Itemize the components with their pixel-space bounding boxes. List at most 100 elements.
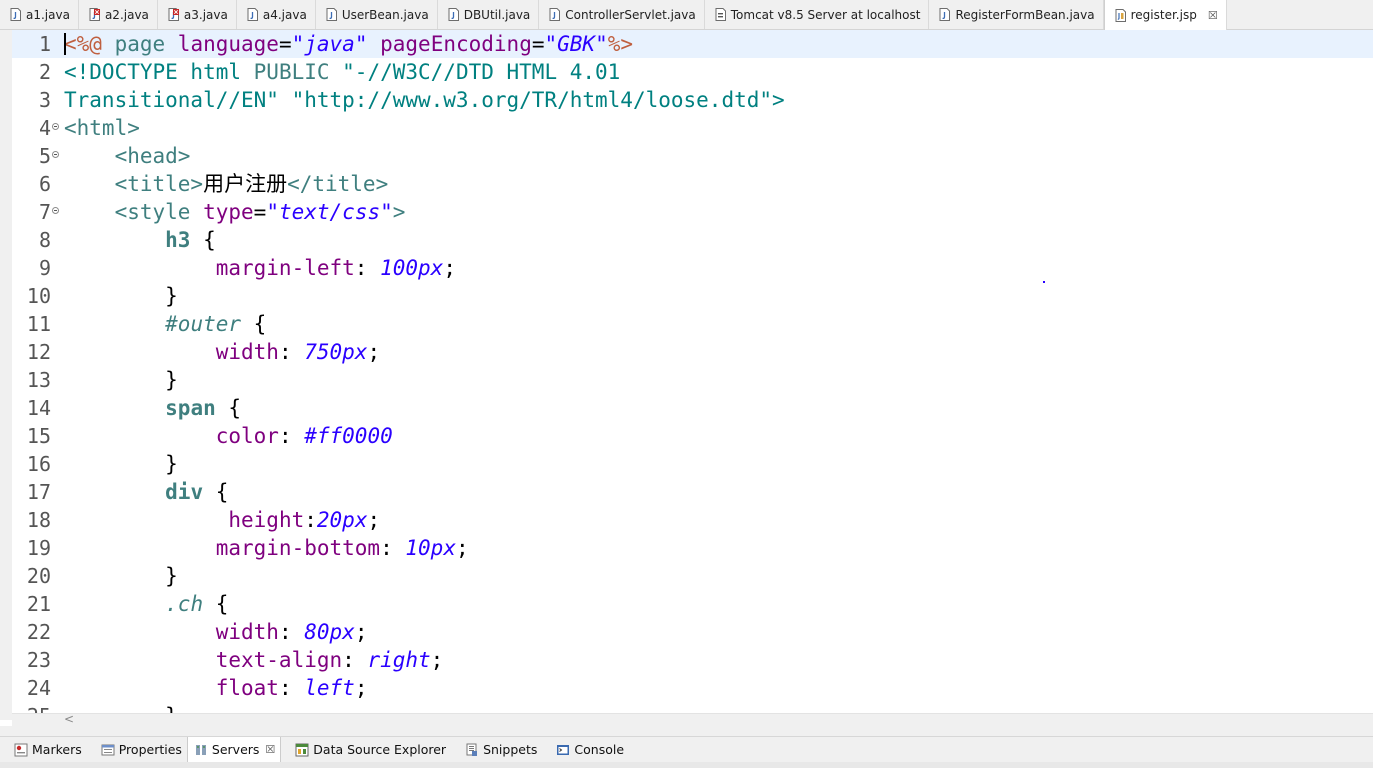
code-token: .ch [165, 592, 204, 616]
java-file-icon [939, 8, 951, 21]
code-line[interactable]: 19 margin-bottom: 10px; [12, 534, 1373, 562]
tab-a4-java[interactable]: a4.java [237, 0, 316, 29]
code-line[interactable]: 15 color: #ff0000 [12, 422, 1373, 450]
fold-toggle-icon[interactable] [52, 123, 59, 130]
code-line[interactable]: 5 <head> [12, 142, 1373, 170]
tab-dbutil-java[interactable]: DBUtil.java [438, 0, 540, 29]
code-token: } [64, 704, 178, 713]
tab-register-jsp[interactable]: register.jsp ☒ [1103, 0, 1227, 30]
code-text: <html> [64, 114, 140, 142]
tab-a2-java[interactable]: a2.java [79, 0, 158, 29]
scroll-left-icon[interactable]: < [64, 712, 74, 726]
console-icon [556, 743, 570, 757]
code-text: width: 80px; [64, 618, 368, 646]
tab-registerformbean-java[interactable]: RegisterFormBean.java [929, 0, 1104, 29]
fold-toggle-icon[interactable] [52, 151, 59, 158]
line-number: 22 [26, 620, 51, 644]
view-tab-markers[interactable]: Markers [0, 737, 87, 763]
code-text: } [64, 562, 178, 590]
line-number: 17 [26, 480, 51, 504]
code-token: </title> [287, 172, 389, 196]
code-line[interactable]: 14 span { [12, 394, 1373, 422]
close-tab-icon[interactable]: ☒ [1208, 9, 1218, 22]
java-file-icon [326, 8, 337, 21]
code-token: 10px [405, 536, 456, 560]
code-token: = [531, 32, 545, 56]
code-line[interactable]: 12 width: 750px; [12, 338, 1373, 366]
code-line[interactable]: 18 height:20px; [12, 506, 1373, 534]
code-token: Transitional//EN" "http://www.w3.org/TR/… [64, 88, 785, 112]
java-file-icon [247, 8, 258, 21]
view-tab-servers[interactable]: Servers ☒ [186, 736, 282, 763]
servers-view-content [0, 762, 1373, 768]
line-number: 8 [38, 228, 51, 252]
code-line[interactable]: 4 <html> [12, 114, 1373, 142]
code-line[interactable]: 13 } [12, 366, 1373, 394]
tab-a1-java[interactable]: a1.java [0, 0, 79, 29]
code-line[interactable]: 22 width: 80px; [12, 618, 1373, 646]
tab-userbean-java[interactable]: UserBean.java [316, 0, 438, 29]
line-number: 3 [38, 88, 51, 112]
code-line[interactable]: 6 <title>用户注册</title> [12, 170, 1373, 198]
view-tab-data-source-explorer[interactable]: Data Source Explorer [281, 737, 451, 763]
line-number: 16 [26, 452, 51, 476]
code-line[interactable]: 7 <style type="text/css"> [12, 198, 1373, 226]
view-tab-label: Snippets [483, 742, 538, 757]
code-line[interactable]: 21 .ch { [12, 590, 1373, 618]
code-line[interactable]: 11 #outer { [12, 310, 1373, 338]
line-number: 14 [26, 396, 51, 420]
tab-label: ControllerServlet.java [565, 7, 696, 22]
code-editor[interactable]: 1 <%@ page language="java" pageEncoding="… [12, 30, 1373, 713]
view-tab-properties[interactable]: Properties [87, 737, 187, 763]
code-line[interactable]: 10 } [12, 282, 1373, 310]
code-line[interactable]: 24 float: left; [12, 674, 1373, 702]
code-token: ; [367, 508, 381, 532]
line-number: 7 [38, 200, 51, 224]
servers-icon [194, 743, 208, 757]
line-number: 1 [38, 32, 51, 56]
line-number: 21 [26, 592, 51, 616]
tab-a3-java[interactable]: a3.java [158, 0, 237, 29]
code-line[interactable]: 8 h3 { [12, 226, 1373, 254]
horizontal-scrollbar[interactable]: < [12, 712, 1373, 726]
close-view-icon[interactable]: ☒ [265, 743, 275, 756]
tab-label: a4.java [262, 7, 307, 22]
tab-label: Tomcat v8.5 Server at localhost [730, 7, 921, 22]
view-tab-label: Servers [211, 742, 260, 757]
view-tab-snippets[interactable]: Snippets [451, 737, 542, 763]
view-tab-console[interactable]: Console [542, 737, 629, 763]
code-token: } [64, 452, 178, 476]
code-token: 80px [304, 620, 355, 644]
java-file-error-icon [89, 8, 100, 21]
code-line[interactable]: 16 } [12, 450, 1373, 478]
panel-separator[interactable] [0, 726, 1373, 736]
code-line[interactable]: 25 } [12, 702, 1373, 713]
tab-controllerservlet-java[interactable]: ControllerServlet.java [539, 0, 705, 29]
code-line[interactable]: 23 text-align: right; [12, 646, 1373, 674]
code-token: : [304, 508, 317, 532]
code-token: right [367, 648, 431, 672]
code-token: } [64, 284, 178, 308]
fold-toggle-icon[interactable] [52, 207, 59, 214]
code-line[interactable]: 17 div { [12, 478, 1373, 506]
tab-label: a2.java [104, 7, 149, 22]
code-token: type [203, 200, 254, 224]
code-line[interactable]: 2 <!DOCTYPE html PUBLIC "-//W3C//DTD HTML… [12, 58, 1373, 86]
code-line[interactable]: 9 margin-left: 100px; [12, 254, 1373, 282]
code-token: = [253, 200, 267, 224]
code-line[interactable]: 3 Transitional//EN" "http://www.w3.org/TR… [12, 86, 1373, 114]
view-tab-label: Data Source Explorer [313, 742, 447, 757]
code-token: { [241, 312, 267, 336]
code-token: : [278, 424, 305, 448]
tab-tomcat-v8-5-server-at-localhost[interactable]: Tomcat v8.5 Server at localhost [705, 0, 930, 29]
code-line[interactable]: 1 <%@ page language="java" pageEncoding="… [12, 30, 1373, 58]
line-number: 4 [38, 116, 51, 140]
code-text: <style type="text/css"> [64, 198, 406, 226]
code-line[interactable]: 20 } [12, 562, 1373, 590]
code-token: width [215, 620, 279, 644]
